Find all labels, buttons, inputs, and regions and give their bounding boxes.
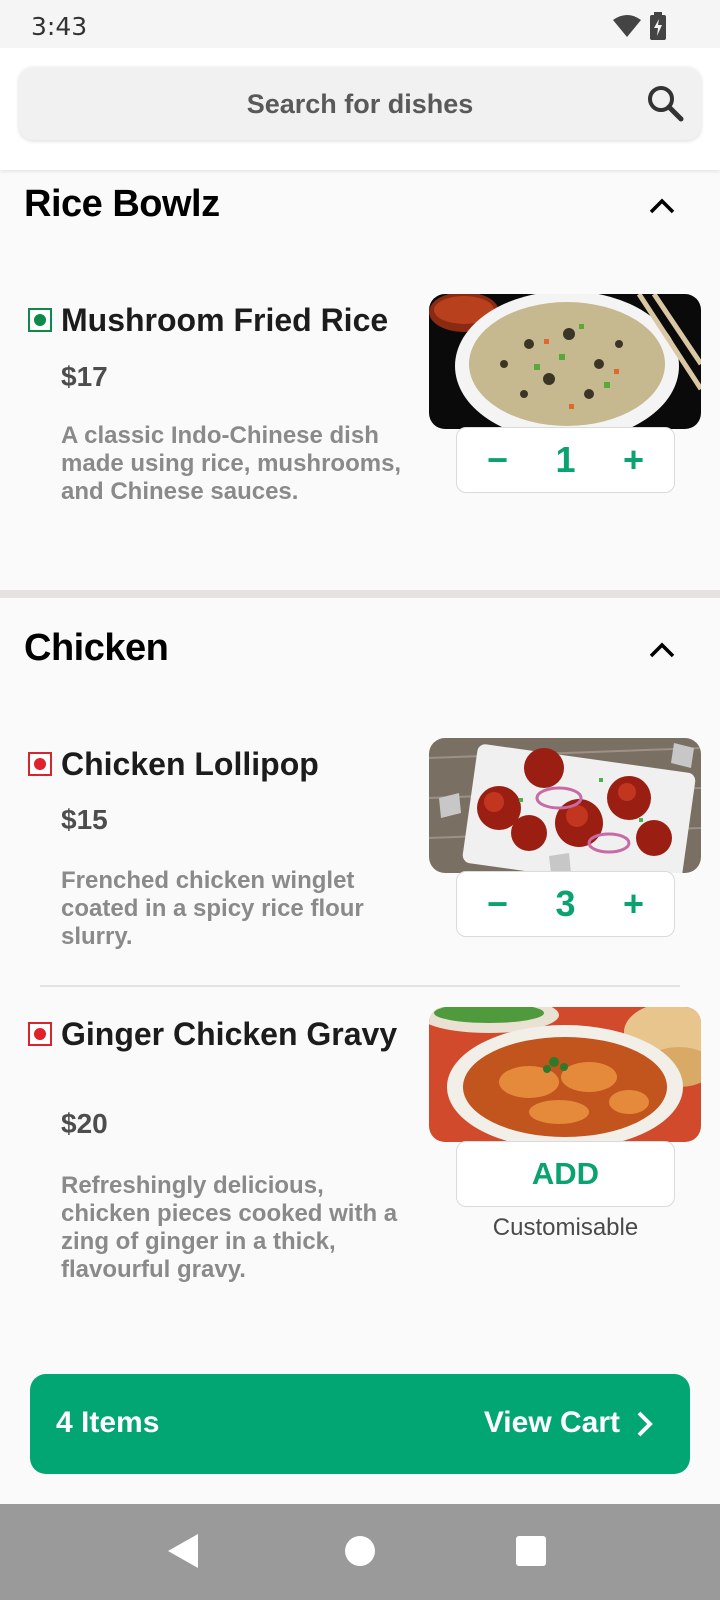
section-title-rice-bowlz: Rice Bowlz [24,183,220,225]
search-placeholder: Search for dishes [246,89,474,119]
chicken-lollipop-image[interactable] [429,738,701,873]
battery-icon [650,12,666,40]
customisable-label: Customisable [492,1214,639,1241]
quantity-value: 3 [555,883,576,924]
home-icon[interactable] [345,1536,375,1566]
dish-description: Frenched chicken winglet coated in a spi… [61,867,364,950]
veg-indicator-icon [28,308,52,332]
chevron-up-icon[interactable] [648,196,676,216]
recents-icon[interactable] [516,1536,546,1566]
quantity-stepper: − 3 + [456,871,675,937]
dish-price: $20 [61,1108,108,1139]
dish-name: Ginger Chicken Gravy [61,1016,398,1052]
status-icons [612,12,666,40]
cart-item-count: 4 Items [56,1406,160,1439]
decrement-button[interactable]: − [487,439,508,481]
dish-description: Refreshingly delicious, chicken pieces c… [61,1172,398,1283]
ginger-chicken-gravy-image[interactable] [429,1007,701,1142]
dish-name: Mushroom Fried Rice [61,302,389,338]
decrement-button[interactable]: − [487,883,508,925]
back-icon[interactable] [168,1534,200,1568]
system-nav-bar [0,1504,720,1600]
dish-name: Chicken Lollipop [61,746,319,782]
view-cart-label: View Cart [483,1406,620,1439]
item-divider [40,985,680,987]
dish-price: $15 [61,804,108,835]
status-bar: 3:43 [0,0,720,50]
increment-button[interactable]: + [623,883,644,925]
section-title-chicken: Chicken [24,627,169,669]
section-divider [0,590,720,598]
non-veg-indicator-icon [28,1022,52,1046]
search-header: Search for dishes [0,48,720,170]
chevron-right-icon [637,1411,653,1437]
chevron-up-icon[interactable] [648,640,676,660]
mushroom-fried-rice-image[interactable] [429,294,701,429]
quantity-value: 1 [555,439,576,480]
wifi-icon [613,15,641,37]
dish-description: A classic Indo-Chinese dish made using r… [61,422,402,505]
search-icon[interactable] [645,83,685,123]
search-input[interactable]: Search for dishes [19,67,701,140]
increment-button[interactable]: + [623,439,644,481]
quantity-stepper: − 1 + [456,427,675,493]
non-veg-indicator-icon [28,752,52,776]
view-cart-bar[interactable]: 4 Items View Cart [30,1374,690,1474]
dish-price: $17 [61,361,108,392]
status-time: 3:43 [31,12,88,41]
add-button[interactable]: ADD [456,1141,675,1207]
